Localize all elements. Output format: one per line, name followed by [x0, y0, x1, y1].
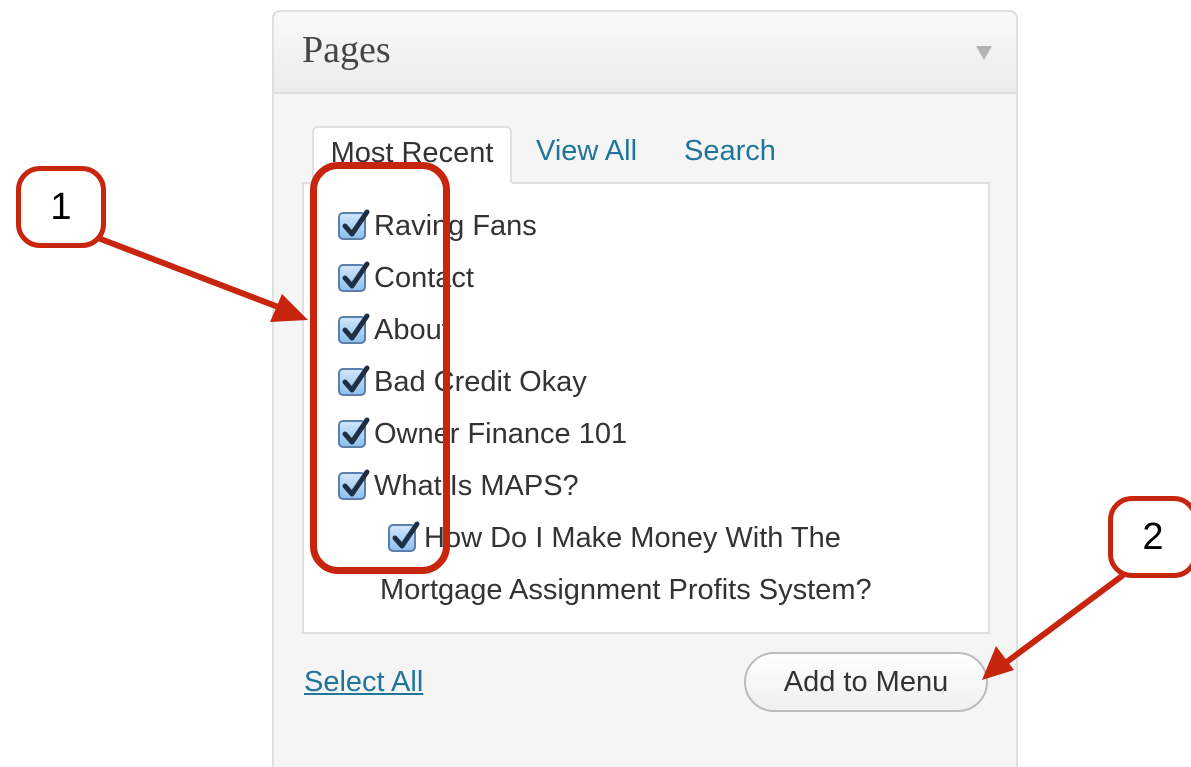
- arrow-2-line: [1001, 573, 1125, 667]
- callout-2: 2: [1108, 496, 1191, 578]
- callout-1: 1: [16, 166, 106, 248]
- screenshot-stage: Pages Most Recent View All Search Raving…: [0, 0, 1191, 767]
- checkbox-highlight-box: [310, 162, 450, 574]
- annotation-arrows: [95, 235, 1125, 680]
- arrow-1-line: [95, 235, 289, 313]
